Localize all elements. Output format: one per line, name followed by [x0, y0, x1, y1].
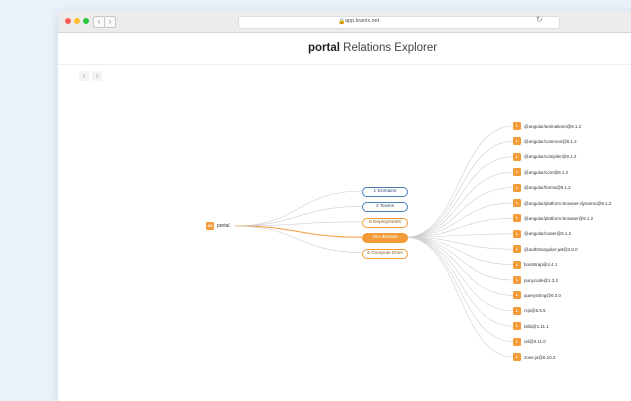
library-badge: L: [513, 322, 521, 331]
library-link: [405, 202, 514, 238]
library-badge: L: [513, 168, 521, 177]
library-node[interactable]: L @angular/platform-browser-dynamic@9.1.2: [513, 199, 611, 207]
library-badge: L: [513, 353, 521, 361]
library-node[interactable]: Lquerystring@0.2.0: [513, 291, 561, 300]
category-link: [234, 206, 363, 227]
library-link: [405, 156, 514, 238]
library-label: zone.js@0.10.3: [524, 354, 556, 360]
library-label: @auth0/angular-jwt@4.0.0: [524, 246, 578, 252]
library-label: url@0.11.0: [524, 339, 546, 345]
library-badge: L: [513, 337, 521, 346]
category-link: [234, 225, 363, 238]
library-label: rxjs@6.5.5: [524, 308, 546, 314]
library-badge: L: [513, 260, 521, 269]
library-badge: L: [513, 276, 521, 284]
library-node[interactable]: Lrxjs@6.5.5: [513, 306, 546, 315]
library-label: @angular/router@9.1.2: [524, 231, 572, 237]
library-badge: L: [513, 152, 521, 161]
category-node[interactable]: 18 Libraries: [362, 233, 408, 244]
root-label: portal: [217, 223, 230, 229]
library-label: @angular/core@9.1.2: [524, 169, 569, 175]
library-node[interactable]: Lpunycode@1.3.2: [513, 276, 558, 284]
library-label: querystring@0.2.0: [524, 292, 561, 298]
category-node[interactable]: 1 Domains: [362, 187, 408, 197]
library-label: @angular/compiler@9.1.2: [524, 154, 577, 160]
library-node[interactable]: Ltslib@1.11.1: [513, 322, 549, 331]
library-link: [405, 187, 514, 238]
library-link: [405, 125, 514, 238]
library-badge: L: [513, 183, 521, 192]
library-link: [405, 236, 514, 342]
library-badge: L: [513, 229, 521, 238]
library-node[interactable]: L @angular/core@9.1.2: [513, 168, 569, 177]
library-link: [405, 236, 514, 327]
library-badge: L: [513, 291, 521, 300]
root-badge: AS: [206, 222, 214, 230]
library-link: [405, 236, 514, 358]
library-node[interactable]: L @auth0/angular-jwt@4.0.0: [513, 245, 578, 254]
library-label: @angular/animations@9.1.2: [524, 123, 582, 129]
library-label: @angular/platform-browser-dynamic@9.1.2: [524, 200, 612, 206]
category-node[interactable]: 5 Compute Envs: [362, 248, 408, 259]
library-label: punycode@1.3.2: [524, 277, 559, 283]
library-badge: L: [513, 199, 521, 207]
library-label: @angular/common@9.1.2: [524, 138, 577, 144]
library-badge: L: [513, 245, 521, 254]
library-node[interactable]: Lurl@0.11.0: [513, 337, 546, 346]
library-label: @angular/platform-browser@9.1.2: [524, 215, 594, 221]
library-node[interactable]: Lbootstrap@4.4.1: [513, 260, 558, 269]
library-label: bootstrap@4.4.1: [524, 262, 558, 268]
library-node[interactable]: L @angular/common@9.1.2: [513, 137, 577, 146]
library-link: [405, 236, 514, 312]
library-badge: L: [513, 214, 521, 223]
category-node[interactable]: 2 Teams: [362, 202, 408, 213]
browser-window: ‹ › 🔒 app.leanix.net ↻ portal Relations …: [58, 11, 631, 401]
library-label: @angular/forms@9.1.2: [524, 185, 571, 191]
library-node[interactable]: L @angular/platform-browser@9.1.2: [513, 214, 594, 223]
category-link: [234, 190, 363, 227]
library-node[interactable]: L @angular/router@9.1.2: [513, 229, 572, 238]
library-badge: L: [513, 306, 521, 315]
library-label: tslib@1.11.1: [524, 323, 549, 329]
library-node[interactable]: L @angular/forms@9.1.2: [513, 183, 571, 192]
category-node[interactable]: 5 Deployments: [362, 217, 408, 228]
library-node[interactable]: Lzone.js@0.10.3: [513, 353, 555, 361]
library-node[interactable]: L @angular/compiler@9.1.2: [513, 152, 577, 161]
library-node[interactable]: L @angular/animations@9.1.2: [513, 122, 581, 130]
library-badge: L: [513, 122, 521, 130]
category-link: [234, 225, 363, 253]
root-node[interactable]: AS portal: [206, 222, 230, 230]
library-link: [405, 236, 514, 296]
library-badge: L: [513, 137, 521, 146]
